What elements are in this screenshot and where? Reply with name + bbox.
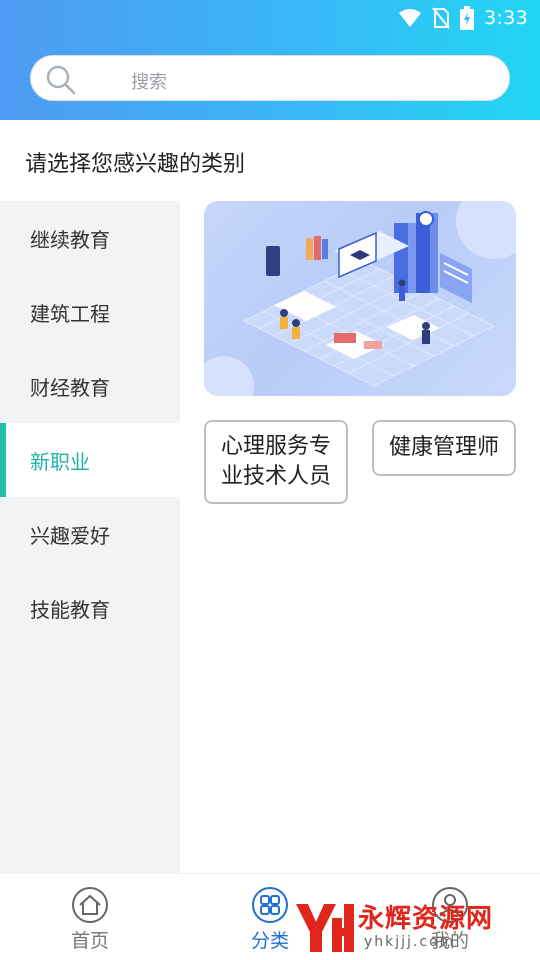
watermark-text: 永辉资源网: [358, 904, 494, 934]
tag-label: 心理服务专业技术人员: [220, 434, 331, 489]
sidebar-item-hobbies[interactable]: 兴趣爱好: [0, 497, 180, 571]
wifi-icon: [399, 9, 422, 27]
home-icon: [72, 887, 108, 923]
tag-health-manager[interactable]: 健康管理师: [372, 420, 516, 476]
sidebar-item-label: 财经教育: [30, 375, 110, 400]
sidebar-item-label: 兴趣爱好: [30, 523, 110, 548]
sidebar-item-construction[interactable]: 建筑工程: [0, 275, 180, 349]
status-icons: 3:33: [398, 6, 528, 30]
sidebar-item-skills[interactable]: 技能教育: [0, 571, 180, 645]
app-root: 3:33 搜索 请选择您感兴趣的类别 继续教育 建筑工程 财经教育 新职业 兴趣…: [0, 0, 540, 960]
sidebar-item-label: 继续教育: [30, 227, 110, 252]
category-sidebar: 继续教育 建筑工程 财经教育 新职业 兴趣爱好 技能教育: [0, 201, 180, 873]
watermark-logo: [296, 904, 354, 952]
nav-label: 分类: [250, 930, 289, 952]
active-indicator: [0, 423, 6, 497]
tag-label: 健康管理师: [388, 435, 499, 460]
sidebar-item-label: 建筑工程: [30, 301, 110, 326]
nav-label: 首页: [70, 930, 109, 952]
education-illustration: [204, 201, 516, 396]
watermark: 永辉资源网 yhkjjj.com: [294, 898, 524, 958]
battery-charging-icon: [460, 6, 475, 30]
status-time: 3:33: [484, 7, 528, 29]
category-icon: [252, 887, 288, 923]
sidebar-item-label: 新职业: [30, 449, 90, 474]
tag-psychological-services[interactable]: 心理服务专业技术人员: [204, 420, 348, 504]
status-bar: 3:33: [0, 0, 540, 36]
watermark-url: yhkjjj.com: [364, 934, 456, 950]
category-banner: [204, 201, 516, 396]
page-title: 请选择您感兴趣的类别: [25, 152, 246, 177]
sidebar-item-new-careers[interactable]: 新职业: [0, 423, 180, 497]
sidebar-item-label: 技能教育: [30, 597, 110, 622]
sidebar-item-continuing-education[interactable]: 继续教育: [0, 201, 180, 275]
search-icon: [46, 65, 76, 95]
no-sim-icon: [432, 7, 450, 29]
search-bar[interactable]: 搜索: [30, 55, 510, 101]
sidebar-item-finance[interactable]: 财经教育: [0, 349, 180, 423]
search-input[interactable]: 搜索: [131, 68, 167, 94]
nav-home[interactable]: 首页: [30, 874, 150, 960]
header: 3:33 搜索: [0, 0, 540, 120]
